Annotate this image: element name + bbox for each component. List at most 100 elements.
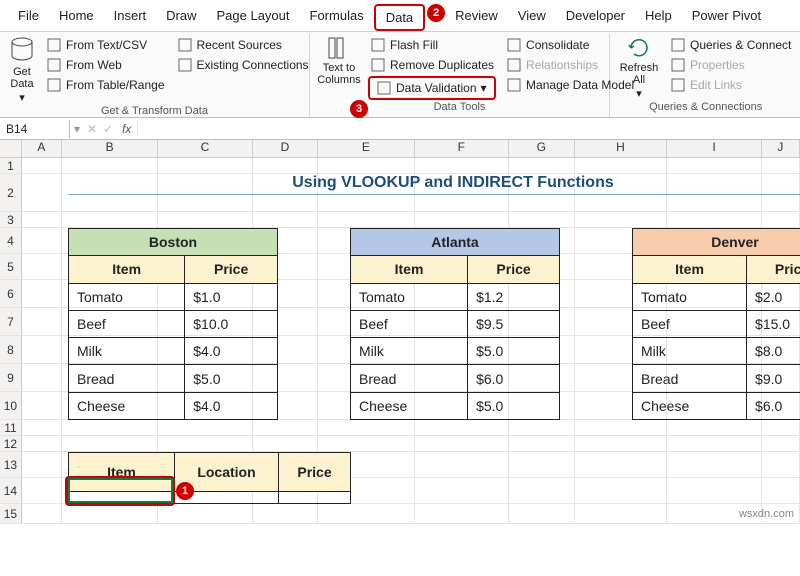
callout-3: 3 [350, 100, 368, 118]
data-validation-button[interactable]: Data Validation ▾ [368, 76, 496, 100]
chevron-down-icon: ▾ [636, 88, 642, 100]
get-data-label: Get Data [10, 66, 33, 90]
column-header-E[interactable]: E [318, 140, 414, 157]
existing-connections-button-icon [177, 57, 193, 73]
tab-review[interactable]: Review [445, 4, 508, 31]
from-table-range-button[interactable]: From Table/Range [44, 76, 167, 94]
tab-page-layout[interactable]: Page Layout [207, 4, 300, 31]
edit-links-button-icon [670, 77, 686, 93]
flash-fill-button-label: Flash Fill [390, 38, 438, 52]
from-text-csv-button-icon [46, 37, 62, 53]
relationships-button[interactable]: Relationships [504, 56, 636, 74]
row-header-10[interactable]: 10 [0, 392, 22, 420]
row-header-15[interactable]: 15 [0, 504, 22, 524]
group-label-queries: Queries & Connections [618, 100, 793, 116]
from-text-csv-button[interactable]: From Text/CSV [44, 36, 167, 54]
row-header-11[interactable]: 11 [0, 420, 22, 436]
get-data-button[interactable]: Get Data ▾ [8, 36, 36, 104]
tab-insert[interactable]: Insert [104, 4, 157, 31]
from-web-button[interactable]: From Web [44, 56, 167, 74]
group-get-transform: Get Data ▾ From Text/CSV From Web From Tab… [0, 34, 310, 117]
consolidate-button[interactable]: Consolidate [504, 36, 636, 54]
row-header-14[interactable]: 14 [0, 478, 22, 504]
row-header-12[interactable]: 12 [0, 436, 22, 452]
queries-connections-button-icon [670, 37, 686, 53]
flash-fill-button-icon [370, 37, 386, 53]
name-box-dropdown-icon[interactable]: ▾ [70, 122, 84, 136]
row-header-6[interactable]: 6 [0, 280, 22, 308]
text-to-columns-button[interactable]: Text to Columns [318, 36, 360, 86]
consolidate-button-icon [506, 37, 522, 53]
consolidate-button-label: Consolidate [526, 38, 589, 52]
row-header-4[interactable]: 4 [0, 228, 22, 254]
chevron-down-icon: ▾ [481, 81, 487, 95]
properties-button-icon [670, 57, 686, 73]
database-icon [8, 36, 36, 64]
from-web-button-label: From Web [66, 58, 122, 72]
existing-connections-button[interactable]: Existing Connections [175, 56, 311, 74]
queries-connections-button-label: Queries & Connect [690, 38, 791, 52]
enter-icon: ✓ [100, 122, 116, 136]
tab-power-pivot[interactable]: Power Pivot [682, 4, 771, 31]
recent-sources-button-icon [177, 37, 193, 53]
name-box[interactable]: B14 [0, 120, 70, 138]
flash-fill-button[interactable]: Flash Fill [368, 36, 496, 54]
row-header-9[interactable]: 9 [0, 364, 22, 392]
edit-links-button-label: Edit Links [690, 78, 742, 92]
column-header-H[interactable]: H [575, 140, 668, 157]
column-header-C[interactable]: C [158, 140, 253, 157]
properties-button-label: Properties [690, 58, 745, 72]
tab-home[interactable]: Home [49, 4, 104, 31]
row-header-13[interactable]: 13 [0, 452, 22, 478]
ribbon-tabs: FileHomeInsertDrawPage LayoutFormulasDat… [0, 0, 800, 32]
manage-data-model-button[interactable]: Manage Data Model [504, 76, 636, 94]
row-header-5[interactable]: 5 [0, 254, 22, 280]
from-table-range-button-icon [46, 77, 62, 93]
recent-sources-button[interactable]: Recent Sources [175, 36, 311, 54]
from-table-range-button-label: From Table/Range [66, 78, 165, 92]
row-header-1[interactable]: 1 [0, 158, 22, 174]
chevron-down-icon: ▾ [19, 92, 25, 104]
relationships-button-label: Relationships [526, 58, 598, 72]
manage-data-model-button-icon [506, 77, 522, 93]
column-header-B[interactable]: B [62, 140, 158, 157]
tab-data[interactable]: Data [374, 4, 425, 31]
select-all-corner[interactable] [0, 140, 22, 157]
tab-draw[interactable]: Draw [156, 4, 206, 31]
column-header-A[interactable]: A [22, 140, 62, 157]
fx-icon[interactable]: fx [116, 122, 138, 136]
spreadsheet-grid[interactable]: ABCDEFGHIJ 123456789101112131415 Using V… [0, 140, 800, 524]
from-text-csv-button-label: From Text/CSV [66, 38, 147, 52]
tab-formulas[interactable]: Formulas [300, 4, 374, 31]
watermark: wsxdn.com [739, 508, 794, 520]
remove-duplicates-button-icon [370, 57, 386, 73]
row-header-7[interactable]: 7 [0, 308, 22, 336]
formula-bar: B14 ▾ ✕ ✓ fx [0, 118, 800, 140]
column-header-J[interactable]: J [762, 140, 800, 157]
from-web-button-icon [46, 57, 62, 73]
relationships-button-icon [506, 57, 522, 73]
tab-developer[interactable]: Developer [556, 4, 635, 31]
tab-file[interactable]: File [8, 4, 49, 31]
row-header-3[interactable]: 3 [0, 212, 22, 228]
column-header-I[interactable]: I [667, 140, 762, 157]
remove-duplicates-button[interactable]: Remove Duplicates [368, 56, 496, 74]
edit-links-button[interactable]: Edit Links [668, 76, 793, 94]
column-header-G[interactable]: G [509, 140, 574, 157]
columns-icon [327, 36, 351, 60]
tab-view[interactable]: View [508, 4, 556, 31]
ribbon: Get Data ▾ From Text/CSV From Web From Tab… [0, 32, 800, 118]
row-header-2[interactable]: 2 [0, 174, 22, 212]
text-to-columns-label: Text to Columns [317, 62, 360, 86]
recent-sources-button-label: Recent Sources [197, 38, 282, 52]
row-header-8[interactable]: 8 [0, 336, 22, 364]
queries-connections-button[interactable]: Queries & Connect [668, 36, 793, 54]
group-label-get-transform: Get & Transform Data [8, 104, 301, 120]
tab-help[interactable]: Help [635, 4, 682, 31]
group-data-tools: Text to Columns Flash Fill Remove Duplica… [310, 34, 610, 117]
formula-input[interactable] [138, 127, 800, 131]
column-header-D[interactable]: D [253, 140, 318, 157]
properties-button[interactable]: Properties [668, 56, 793, 74]
remove-duplicates-button-label: Remove Duplicates [390, 58, 494, 72]
column-header-F[interactable]: F [415, 140, 510, 157]
